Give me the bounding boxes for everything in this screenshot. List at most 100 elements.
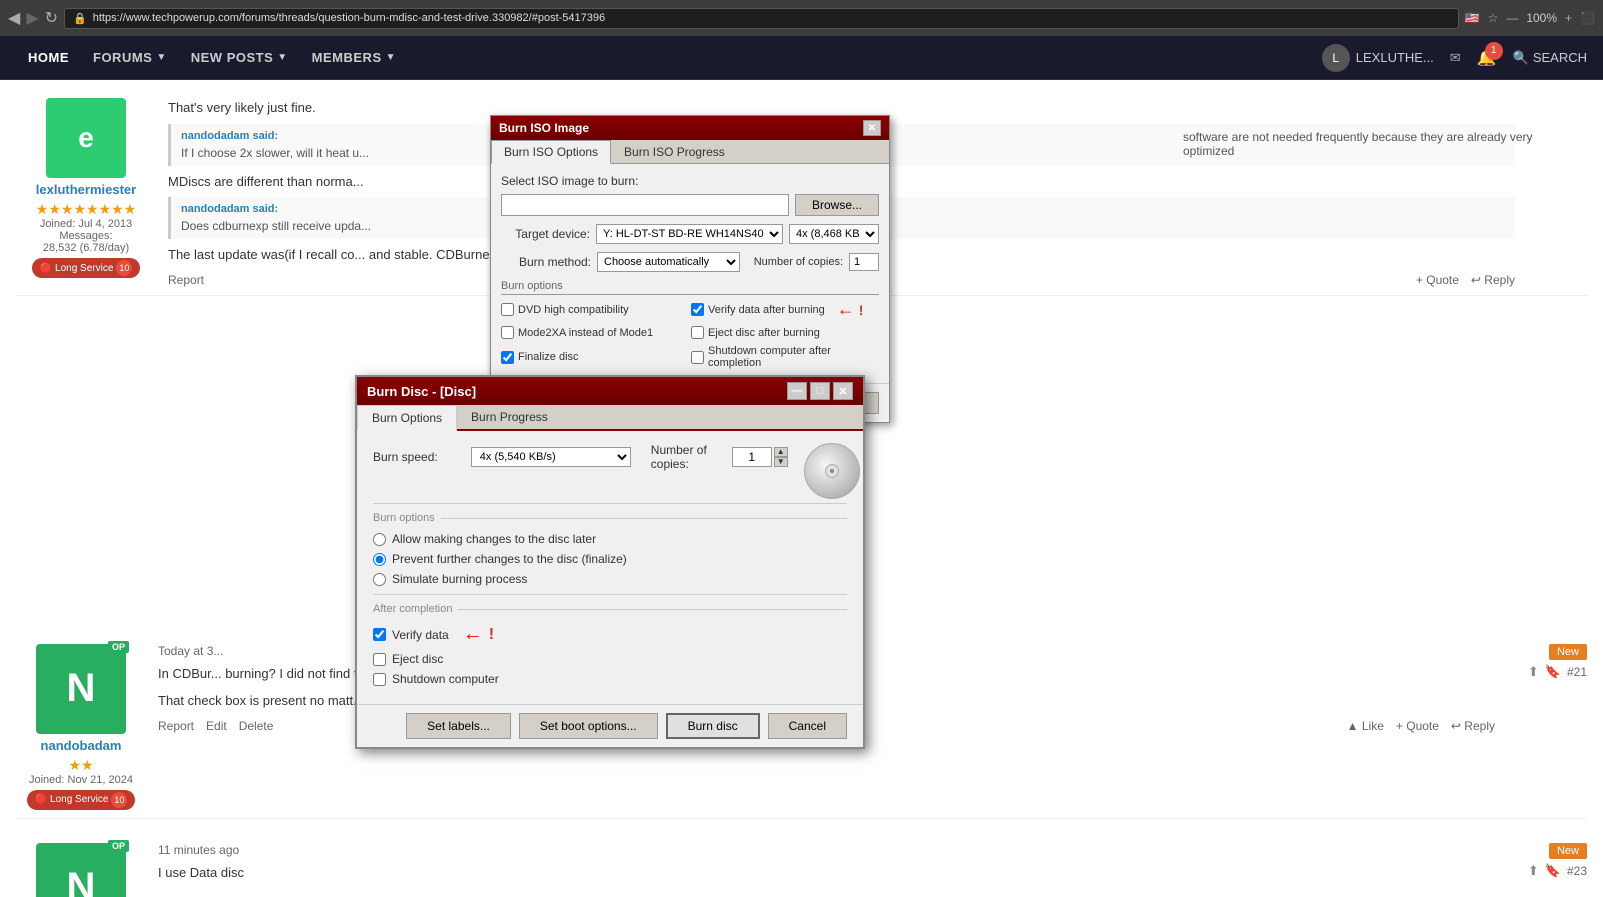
- delete-link-nando[interactable]: Delete: [239, 719, 274, 733]
- burn-disc-restore-btn[interactable]: □: [810, 382, 830, 400]
- target-speed-select[interactable]: 4x (8,468 KB/s): [789, 224, 879, 244]
- joined-lexluther: Joined: Jul 4, 2013: [16, 218, 156, 230]
- set-boot-btn[interactable]: Set boot options...: [519, 713, 658, 739]
- avatar-nando-23: OP N: [36, 843, 126, 897]
- burn-options-section: Burn options: [501, 280, 879, 295]
- nav-home[interactable]: HOME: [16, 36, 81, 80]
- copies-input-iso[interactable]: [849, 253, 879, 271]
- radio-allow[interactable]: [373, 533, 386, 546]
- cb-eject-disc[interactable]: [373, 653, 386, 666]
- reply-link-lexluther[interactable]: ↩ Reply: [1471, 273, 1515, 287]
- burn-disc-close-btn[interactable]: ✕: [833, 382, 853, 400]
- mail-icon[interactable]: ✉: [1450, 50, 1461, 66]
- reply-link-nando[interactable]: ↩ Reply: [1451, 719, 1495, 733]
- burn-method-select[interactable]: Choose automatically: [597, 252, 740, 272]
- cb-mode2xa[interactable]: [501, 326, 514, 339]
- nav-forums[interactable]: FORUMS ▼: [81, 36, 179, 80]
- burn-disc-minimize-btn[interactable]: —: [787, 382, 807, 400]
- minimize-icon[interactable]: —: [1506, 11, 1518, 25]
- radio-allow-row: Allow making changes to the disc later: [373, 532, 847, 546]
- bookmark-icon-22[interactable]: 🔖: [1545, 664, 1561, 680]
- nav-search-btn[interactable]: 🔍 SEARCH: [1513, 50, 1587, 66]
- browse-btn[interactable]: Browse...: [795, 194, 879, 216]
- nav-new-posts[interactable]: NEW POSTS ▼: [179, 36, 300, 80]
- burn-disc-btn[interactable]: Burn disc: [666, 713, 760, 739]
- username-lexluther[interactable]: lexluthermiester: [16, 182, 156, 197]
- browser-right: 🇺🇸 ☆ — 100% + ⬛: [1465, 11, 1595, 25]
- cb-eject-iso-row: Eject disc after burning: [691, 326, 879, 339]
- copies-label-disc: Number of copies:: [651, 443, 724, 471]
- burn-options-grid: DVD high compatibility Verify data after…: [501, 299, 879, 373]
- excl-disc: !: [489, 626, 494, 644]
- tab-burn-iso-progress[interactable]: Burn ISO Progress: [611, 140, 738, 163]
- stars-nando: ★★: [16, 757, 146, 774]
- quote-link-nando[interactable]: + Quote: [1396, 719, 1439, 733]
- radio-prevent[interactable]: [373, 553, 386, 566]
- burn-disc-title-bar: Burn Disc - [Disc] — □ ✕: [357, 377, 863, 405]
- radio-simulate[interactable]: [373, 573, 386, 586]
- burn-disc-tabs: Burn Options Burn Progress: [357, 405, 863, 431]
- cb-verify-disc[interactable]: [373, 628, 386, 641]
- notification-bell[interactable]: 🔔 1: [1477, 48, 1497, 68]
- post-row-23: OP N nandobadam ★★ 11 minutes ago I use …: [16, 835, 1587, 897]
- report-link-lexluther[interactable]: Report: [168, 273, 204, 287]
- copies-down-btn[interactable]: ▼: [774, 457, 788, 467]
- set-labels-btn[interactable]: Set labels...: [406, 713, 511, 739]
- copies-up-btn[interactable]: ▲: [774, 447, 788, 457]
- share-icon-23[interactable]: ⬆: [1528, 863, 1539, 879]
- username-nando[interactable]: nandobadam: [16, 738, 146, 753]
- radio-simulate-row: Simulate burning process: [373, 572, 847, 586]
- copies-input-disc[interactable]: [732, 447, 772, 467]
- iso-path-input[interactable]: [501, 194, 789, 216]
- target-device-select[interactable]: Y: HL-DT-ST BD-RE WH14NS40: [596, 224, 783, 244]
- cb-eject-disc-row: Eject disc: [373, 652, 847, 666]
- share-icon-22[interactable]: ⬆: [1528, 664, 1539, 680]
- extensions-icon[interactable]: ⬛: [1580, 11, 1595, 25]
- cb-eject-iso[interactable]: [691, 326, 704, 339]
- target-label: Target device:: [501, 227, 590, 241]
- badge-new-22: New: [1549, 644, 1587, 660]
- burn-method-label: Burn method:: [501, 255, 591, 269]
- reload-icon[interactable]: ↻: [45, 8, 58, 28]
- joined-nando: Joined: Nov 21, 2024: [16, 774, 146, 786]
- cb-shutdown-iso[interactable]: [691, 351, 704, 364]
- report-link-nando[interactable]: Report: [158, 719, 194, 733]
- cb-finalize-iso[interactable]: [501, 351, 514, 364]
- members-dropdown-icon: ▼: [386, 52, 396, 63]
- cb-dvd[interactable]: [501, 303, 514, 316]
- target-device-row: Target device: Y: HL-DT-ST BD-RE WH14NS4…: [501, 224, 879, 244]
- nav-members[interactable]: MEMBERS ▼: [300, 36, 408, 80]
- bookmark-icon-23[interactable]: 🔖: [1545, 863, 1561, 879]
- copies-label-iso: Number of copies:: [754, 256, 843, 268]
- search-icon: 🔍: [1513, 50, 1529, 66]
- iso-path-row: Browse...: [501, 194, 879, 216]
- lock-icon: 🔒: [73, 12, 87, 25]
- star-icon[interactable]: ☆: [1488, 11, 1499, 25]
- cb-mode2xa-row: Mode2XA instead of Mode1: [501, 326, 689, 339]
- main-content: e lexluthermiester ★★★★★★★★ Joined: Jul …: [0, 80, 1603, 897]
- user-info-nando: OP N nandobadam ★★ Joined: Nov 21, 2024 …: [16, 644, 146, 810]
- burn-speed-row: Burn speed: 4x (5,540 KB/s) Number of co…: [373, 443, 788, 471]
- edit-link-nando[interactable]: Edit: [206, 719, 227, 733]
- radio-prevent-label: Prevent further changes to the disc (fin…: [392, 552, 627, 566]
- like-link-nando[interactable]: ▲ Like: [1347, 719, 1384, 733]
- user-info-nando-23: OP N nandobadam ★★: [16, 843, 146, 897]
- address-bar[interactable]: 🔒 https://www.techpowerup.com/forums/thr…: [64, 8, 1459, 29]
- back-icon[interactable]: ◀: [8, 8, 20, 28]
- burn-speed-select[interactable]: 4x (5,540 KB/s): [471, 447, 631, 467]
- cb-verify-iso[interactable]: [691, 303, 704, 316]
- post-content-23: 11 minutes ago I use Data disc: [158, 843, 1495, 897]
- quote-link-lexluther[interactable]: + Quote: [1416, 273, 1459, 287]
- burn-disc-title-controls: — □ ✕: [787, 382, 853, 400]
- op-badge-23: OP: [108, 840, 129, 852]
- tab-burn-iso-options[interactable]: Burn ISO Options: [491, 140, 611, 164]
- forward-icon[interactable]: ▶: [26, 8, 38, 28]
- plus-icon[interactable]: +: [1565, 11, 1572, 25]
- nav-user[interactable]: L LEXLUTHE...: [1322, 44, 1434, 72]
- zoom-level: 100%: [1526, 11, 1557, 25]
- tab-burn-options[interactable]: Burn Options: [357, 405, 457, 431]
- tab-burn-progress[interactable]: Burn Progress: [457, 405, 562, 429]
- cb-shutdown-disc[interactable]: [373, 673, 386, 686]
- burn-iso-close-btn[interactable]: ✕: [863, 120, 881, 136]
- cancel-disc-btn[interactable]: Cancel: [768, 713, 847, 739]
